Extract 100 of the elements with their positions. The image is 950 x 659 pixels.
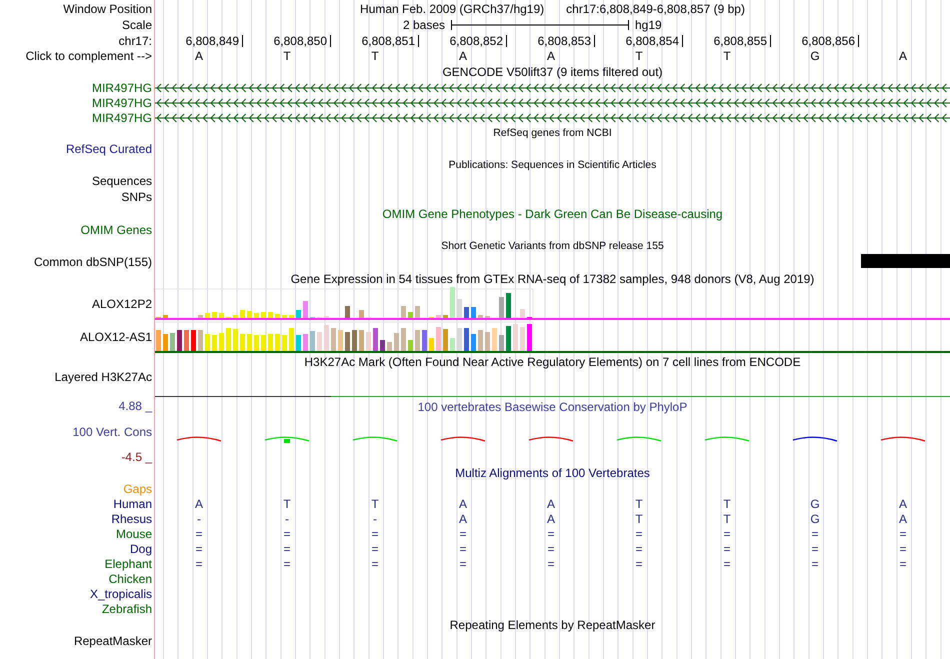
- assembly-name: Human Feb. 2009 (GRCh37/hg19): [360, 2, 544, 16]
- track-label[interactable]: Human: [113, 496, 152, 510]
- assembly-label: hg19: [635, 18, 662, 32]
- alignment-base: =: [811, 526, 818, 540]
- alignment-base: T: [723, 496, 731, 510]
- alignment-base: =: [459, 542, 466, 556]
- track-label[interactable]: ALOX12P2: [92, 296, 152, 310]
- track-label[interactable]: Chicken: [108, 572, 152, 586]
- track-title: Publications: Sequences in Scientific Articles: [448, 158, 656, 172]
- track-label[interactable]: 100 Vert. Cons: [72, 424, 152, 438]
- coordinate-label: 6,808,851: [362, 34, 415, 48]
- scale-text: 2 bases: [402, 18, 445, 32]
- track-title: Multiz Alignments of 100 Vertebrates: [455, 466, 650, 480]
- tick-mark: [330, 34, 331, 46]
- tick-mark: [594, 34, 595, 46]
- track-label[interactable]: MIR497HG: [92, 96, 152, 110]
- base-letter: G: [810, 48, 820, 62]
- track-title: GENCODE V50lift37 (9 items filtered out): [442, 64, 663, 78]
- alignment-base: =: [283, 542, 290, 556]
- alignment-base: A: [546, 512, 555, 526]
- alignment-base: =: [811, 556, 818, 570]
- track-label[interactable]: Rhesus: [111, 512, 152, 526]
- track-title: RefSeq genes from NCBI: [493, 126, 612, 140]
- track-label[interactable]: Zebrafish: [102, 602, 152, 616]
- axis-min-label: -4.5 _: [121, 450, 152, 464]
- alignment-base: T: [283, 496, 291, 510]
- base-letter: T: [283, 48, 291, 62]
- tick-mark: [858, 34, 859, 46]
- coordinate-label: 6,808,850: [274, 34, 327, 48]
- tick-mark: [682, 34, 683, 46]
- alignment-base: =: [899, 556, 906, 570]
- alignment-base: =: [635, 542, 642, 556]
- coordinate-label: 6,808,854: [626, 34, 679, 48]
- coordinate-label: 6,808,853: [538, 34, 591, 48]
- track-label[interactable]: Dog: [130, 542, 152, 556]
- track-label[interactable]: MIR497HG: [92, 80, 152, 94]
- track-label[interactable]: Layered H3K27Ac: [54, 370, 152, 384]
- alignment-base: =: [283, 556, 290, 570]
- alignment-base: =: [547, 556, 554, 570]
- alignment-base: =: [635, 526, 642, 540]
- alignment-base: =: [635, 556, 642, 570]
- alignment-base: =: [547, 542, 554, 556]
- base-letter: T: [723, 48, 731, 62]
- coordinate-label: 6,808,849: [186, 34, 239, 48]
- track-label[interactable]: Mouse: [116, 526, 152, 540]
- coordinate-label: 6,808,855: [714, 34, 767, 48]
- tick-mark: [770, 34, 771, 46]
- track-label[interactable]: X_tropicalis: [90, 586, 152, 600]
- alignment-base: =: [371, 556, 378, 570]
- track-label[interactable]: Elephant: [104, 556, 152, 570]
- track-label: Window Position: [63, 2, 152, 16]
- track-title: H3K27Ac Mark (Often Found Near Active Regulatory Elements) on 7 cell lines from ENCODE: [304, 354, 801, 368]
- genome-position: chr17:6,808,849-6,808,857 (9 bp): [566, 2, 745, 16]
- track-title: Short Genetic Variants from dbSNP release 155: [441, 239, 664, 253]
- track-label[interactable]: OMIM Genes: [80, 223, 152, 237]
- alignment-base: T: [371, 496, 379, 510]
- track-title: Gene Expression in 54 tissues from GTEx RNA-seq of 17382 samples, 948 donors (V8, Aug 2019): [290, 272, 814, 286]
- alignment-base: =: [459, 526, 466, 540]
- alignment-base: A: [458, 512, 467, 526]
- track-label[interactable]: Sequences: [92, 174, 152, 188]
- alignment-base: =: [371, 526, 378, 540]
- base-letter: A: [898, 48, 907, 62]
- alignment-base: G: [810, 512, 820, 526]
- alignment-base: =: [811, 542, 818, 556]
- alignment-base: =: [899, 542, 906, 556]
- track-label[interactable]: RefSeq Curated: [66, 142, 152, 156]
- alignment-base: =: [459, 556, 466, 570]
- tick-mark: [418, 34, 419, 46]
- base-letter: A: [458, 48, 467, 62]
- alignment-base: -: [197, 512, 201, 526]
- base-letter: A: [546, 48, 555, 62]
- alignment-base: A: [194, 496, 203, 510]
- base-letter: T: [371, 48, 379, 62]
- track-title: OMIM Gene Phenotypes - Dark Green Can Be Disease-causing: [382, 206, 723, 220]
- complement-link[interactable]: Click to complement -->: [26, 48, 152, 62]
- coordinate-label: 6,808,856: [802, 34, 855, 48]
- base-letter: A: [194, 48, 203, 62]
- alignment-base: =: [195, 542, 202, 556]
- track-label[interactable]: SNPs: [121, 190, 152, 204]
- alignment-base: A: [898, 496, 907, 510]
- track-label: chr17:: [118, 34, 152, 48]
- alignment-base: =: [723, 556, 730, 570]
- alignment-base: =: [371, 542, 378, 556]
- track-label[interactable]: ALOX12-AS1: [80, 330, 152, 344]
- track-title: Repeating Elements by RepeatMasker: [450, 618, 656, 632]
- alignment-base: T: [635, 496, 643, 510]
- tick-mark: [242, 34, 243, 46]
- track-label[interactable]: MIR497HG: [92, 110, 152, 124]
- alignment-base: A: [898, 512, 907, 526]
- coordinate-label: 6,808,852: [450, 34, 503, 48]
- alignment-base: -: [373, 512, 377, 526]
- alignment-base: G: [810, 496, 820, 510]
- track-title: 100 vertebrates Basewise Conservation by PhyloP: [418, 400, 688, 414]
- base-letter: T: [635, 48, 643, 62]
- track-label[interactable]: Common dbSNP(155): [34, 255, 152, 269]
- alignment-base: =: [723, 542, 730, 556]
- alignment-base: =: [195, 556, 202, 570]
- alignment-base: =: [723, 526, 730, 540]
- alignment-base: -: [285, 512, 289, 526]
- track-label[interactable]: RepeatMasker: [74, 634, 152, 648]
